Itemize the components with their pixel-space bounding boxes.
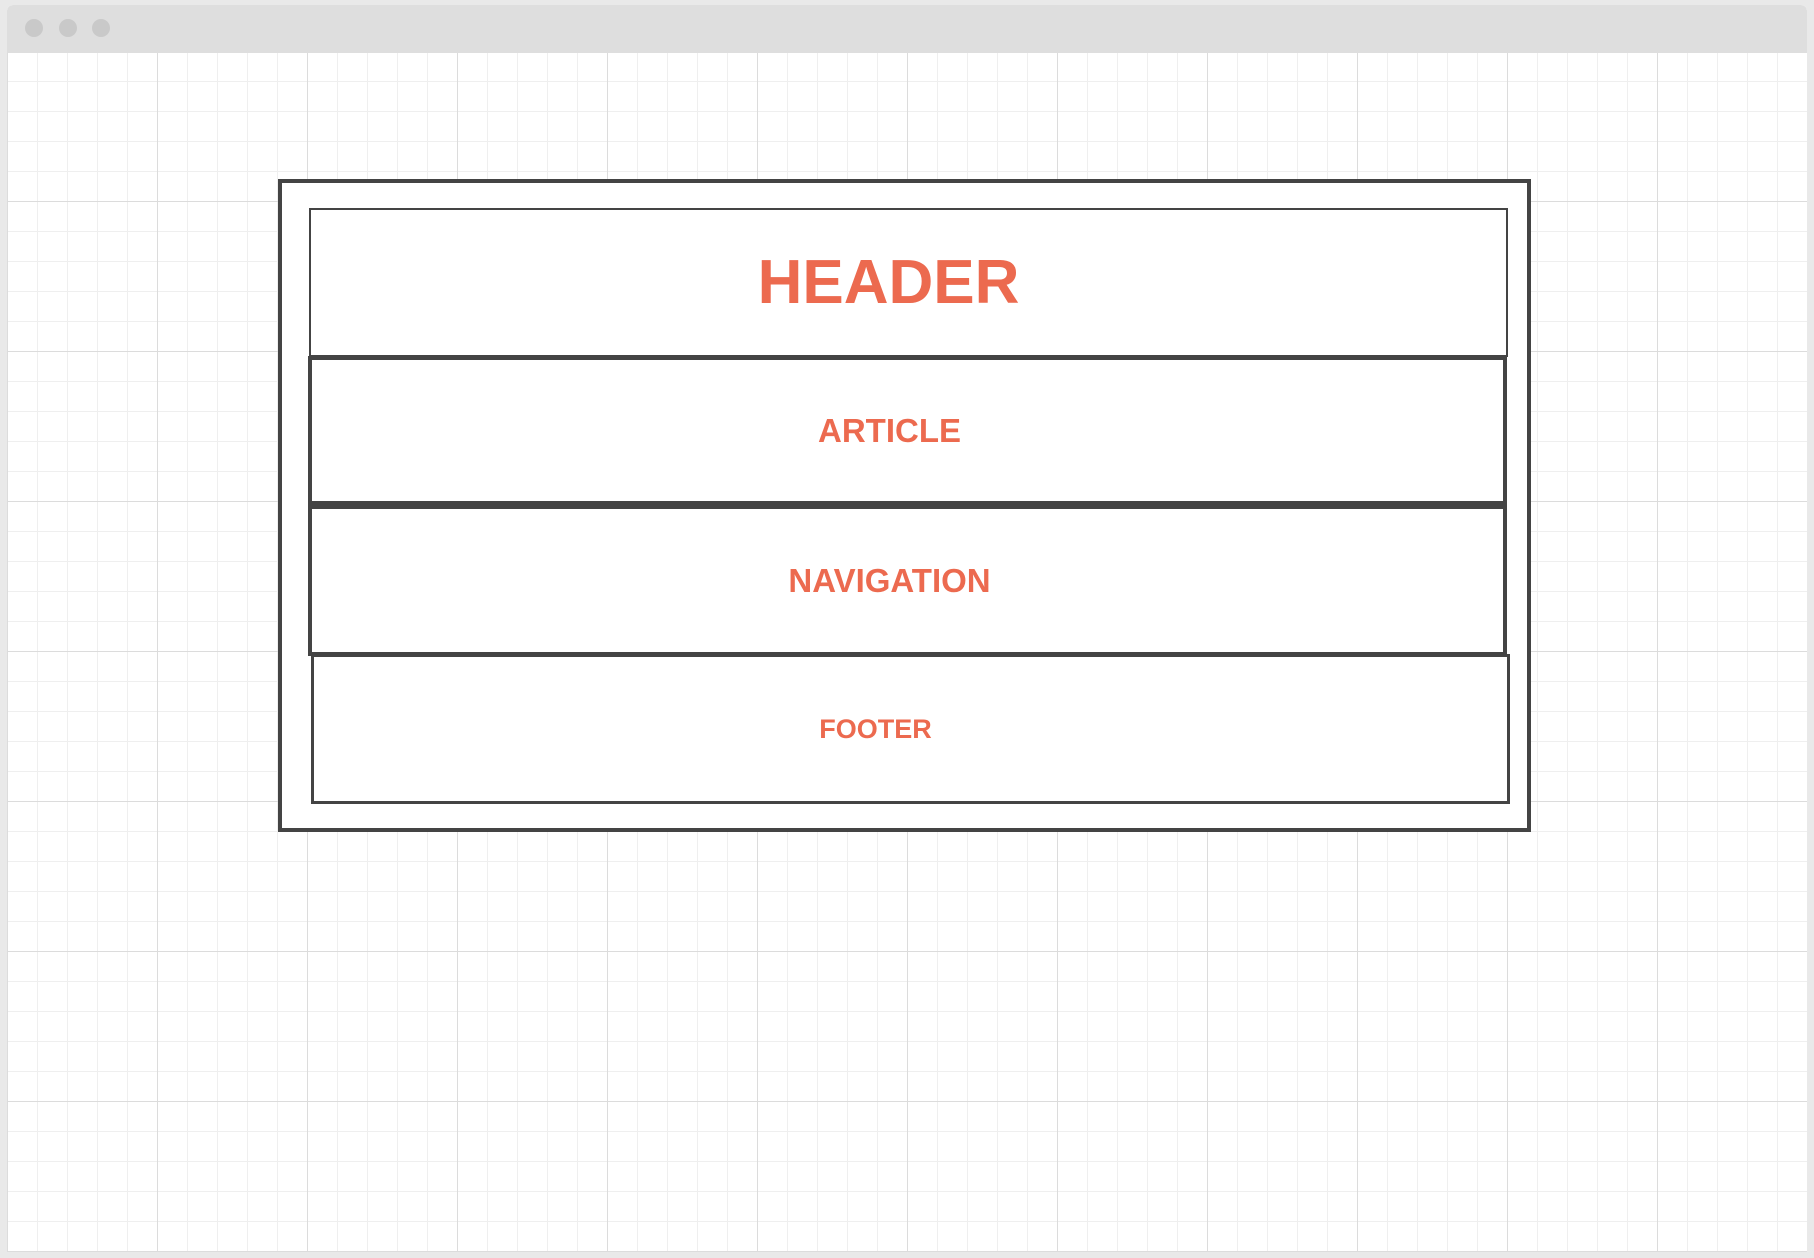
footer-block: FOOTER [311,654,1510,804]
window-titlebar [7,5,1807,53]
browser-window: HEADER ARTICLE NAVIGATION FOOTER [7,5,1807,1252]
article-label: ARTICLE [818,411,961,449]
grid-canvas: HEADER ARTICLE NAVIGATION FOOTER [7,53,1807,1252]
article-block: ARTICLE [308,356,1507,505]
window-maximize-dot[interactable] [92,19,110,37]
header-label: HEADER [757,248,1020,317]
window-close-dot[interactable] [25,19,43,37]
navigation-block: NAVIGATION [308,505,1507,656]
navigation-label: NAVIGATION [788,561,991,599]
window-minimize-dot[interactable] [59,19,77,37]
header-block: HEADER [309,208,1508,357]
footer-label: FOOTER [819,713,932,744]
